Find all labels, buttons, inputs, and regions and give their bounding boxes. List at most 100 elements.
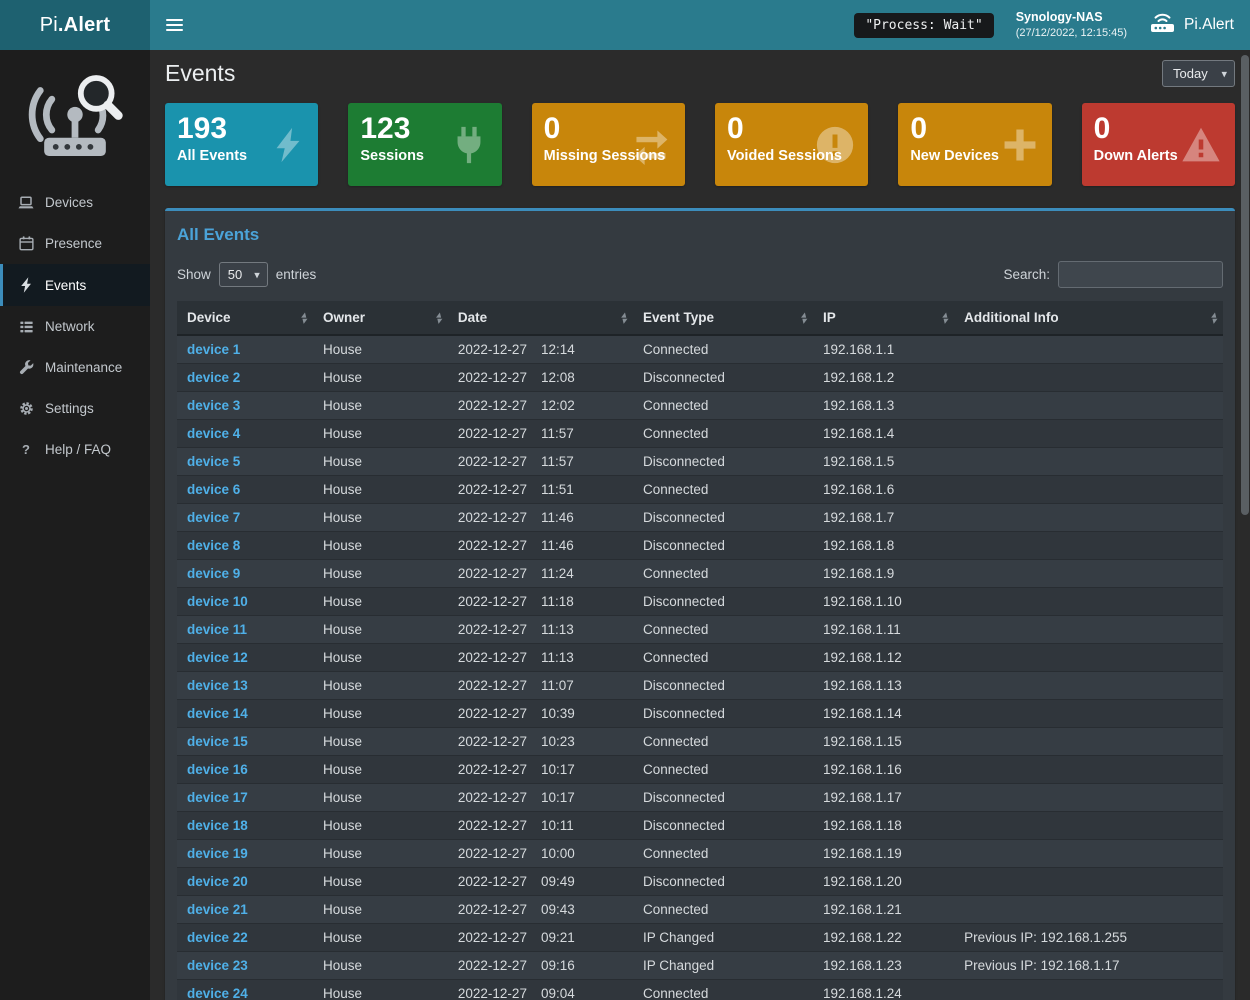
device-link[interactable]: device 17 (187, 790, 248, 805)
device-link[interactable]: device 2 (187, 370, 240, 385)
event-type-cell: Disconnected (633, 812, 813, 840)
owner-cell: House (313, 392, 448, 420)
table-row: device 17 House 2022-12-2710:17 Disconne… (177, 784, 1223, 812)
device-cell: device 6 (177, 476, 313, 504)
app-brand[interactable]: Pi.Alert (0, 0, 150, 50)
date-cell: 2022-12-2710:11 (448, 812, 633, 840)
column-header-additional-info[interactable]: Additional Info▴▾ (954, 301, 1223, 335)
table-row: device 20 House 2022-12-2709:49 Disconne… (177, 868, 1223, 896)
additional-info-cell: Previous IP: 192.168.1.255 (954, 924, 1223, 952)
device-link[interactable]: device 12 (187, 650, 248, 665)
page-size-select[interactable]: 50 (219, 262, 268, 287)
sidebar-item-maintenance[interactable]: Maintenance (0, 347, 150, 388)
device-link[interactable]: device 24 (187, 986, 248, 1000)
topbar: Pi.Alert "Process: Wait" Synology-NAS (2… (0, 0, 1250, 50)
device-link[interactable]: device 4 (187, 426, 240, 441)
sidebar-item-label: Presence (45, 236, 102, 251)
date-cell: 2022-12-2710:17 (448, 756, 633, 784)
device-link[interactable]: device 1 (187, 342, 240, 357)
device-link[interactable]: device 18 (187, 818, 248, 833)
ip-cell: 192.168.1.8 (813, 532, 954, 560)
column-header-device[interactable]: Device▴▾ (177, 301, 313, 335)
table-row: device 23 House 2022-12-2709:16 IP Chang… (177, 952, 1223, 980)
ip-cell: 192.168.1.2 (813, 364, 954, 392)
column-header-event-type[interactable]: Event Type▴▾ (633, 301, 813, 335)
device-cell: device 11 (177, 616, 313, 644)
table-row: device 13 House 2022-12-2711:07 Disconne… (177, 672, 1223, 700)
column-header-ip[interactable]: IP▴▾ (813, 301, 954, 335)
owner-cell: House (313, 616, 448, 644)
device-link[interactable]: device 16 (187, 762, 248, 777)
owner-cell: House (313, 840, 448, 868)
additional-info-cell (954, 504, 1223, 532)
events-panel: All Events Show 50 entries Search: (165, 208, 1235, 1000)
ip-cell: 192.168.1.15 (813, 728, 954, 756)
sidebar-item-devices[interactable]: Devices (0, 182, 150, 223)
additional-info-cell (954, 448, 1223, 476)
device-link[interactable]: device 14 (187, 706, 248, 721)
wrench-icon (17, 360, 35, 375)
panel-title: All Events (177, 225, 1223, 245)
sidebar-item-settings[interactable]: Settings (0, 388, 150, 429)
period-select[interactable]: Today (1162, 60, 1235, 87)
owner-cell: House (313, 896, 448, 924)
device-link[interactable]: device 9 (187, 566, 240, 581)
event-type-cell: Disconnected (633, 672, 813, 700)
card-sessions: 123 Sessions (348, 103, 501, 186)
date-cell: 2022-12-2711:57 (448, 448, 633, 476)
device-cell: device 7 (177, 504, 313, 532)
device-cell: device 4 (177, 420, 313, 448)
date-cell: 2022-12-2712:14 (448, 335, 633, 364)
device-cell: device 15 (177, 728, 313, 756)
device-link[interactable]: device 20 (187, 874, 248, 889)
table-row: device 19 House 2022-12-2710:00 Connecte… (177, 840, 1223, 868)
host-datetime: (27/12/2022, 12:15:45) (1016, 26, 1127, 41)
ip-cell: 192.168.1.3 (813, 392, 954, 420)
table-row: device 4 House 2022-12-2711:57 Connected… (177, 420, 1223, 448)
date-cell: 2022-12-2710:00 (448, 840, 633, 868)
ip-cell: 192.168.1.24 (813, 980, 954, 1000)
device-link[interactable]: device 15 (187, 734, 248, 749)
search-input[interactable] (1058, 261, 1223, 288)
table-row: device 21 House 2022-12-2709:43 Connecte… (177, 896, 1223, 924)
sidebar-item-presence[interactable]: Presence (0, 223, 150, 264)
sidebar-item-network[interactable]: Network (0, 306, 150, 347)
device-link[interactable]: device 10 (187, 594, 248, 609)
sidebar-item-events[interactable]: Events (0, 264, 150, 306)
event-type-cell: Disconnected (633, 588, 813, 616)
device-link[interactable]: device 7 (187, 510, 240, 525)
event-type-cell: Disconnected (633, 364, 813, 392)
sidebar-toggle-icon[interactable] (150, 0, 199, 50)
sidebar-item-help-faq[interactable]: ? Help / FAQ (0, 429, 150, 470)
vertical-scrollbar[interactable] (1240, 50, 1250, 1000)
exclamation-circle-icon (814, 124, 856, 166)
device-link[interactable]: device 19 (187, 846, 248, 861)
table-row: device 14 House 2022-12-2710:39 Disconne… (177, 700, 1223, 728)
owner-cell: House (313, 644, 448, 672)
column-header-owner[interactable]: Owner▴▾ (313, 301, 448, 335)
additional-info-cell (954, 756, 1223, 784)
additional-info-cell (954, 532, 1223, 560)
table-row: device 18 House 2022-12-2710:11 Disconne… (177, 812, 1223, 840)
scrollbar-thumb[interactable] (1241, 55, 1249, 515)
search-label: Search: (1003, 267, 1050, 282)
device-link[interactable]: device 8 (187, 538, 240, 553)
ip-cell: 192.168.1.9 (813, 560, 954, 588)
device-link[interactable]: device 13 (187, 678, 248, 693)
card-down-alerts: 0 Down Alerts (1082, 103, 1235, 186)
ip-cell: 192.168.1.10 (813, 588, 954, 616)
device-link[interactable]: device 3 (187, 398, 240, 413)
device-link[interactable]: device 21 (187, 902, 248, 917)
device-cell: device 22 (177, 924, 313, 952)
device-link[interactable]: device 5 (187, 454, 240, 469)
device-link[interactable]: device 23 (187, 958, 248, 973)
column-header-date[interactable]: Date▴▾ (448, 301, 633, 335)
device-cell: device 10 (177, 588, 313, 616)
device-link[interactable]: device 22 (187, 930, 248, 945)
additional-info-cell (954, 840, 1223, 868)
device-link[interactable]: device 11 (187, 622, 247, 637)
router-signal-icon (1149, 12, 1176, 38)
additional-info-cell (954, 896, 1223, 924)
owner-cell: House (313, 784, 448, 812)
device-link[interactable]: device 6 (187, 482, 240, 497)
